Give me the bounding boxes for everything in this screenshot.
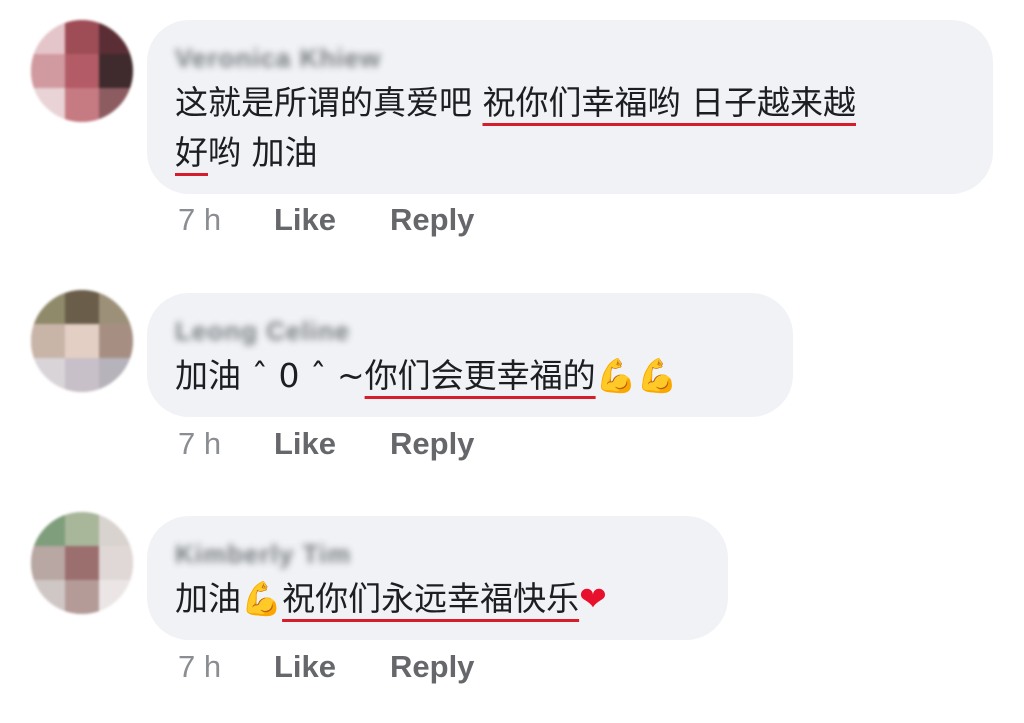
comment-text-plain: 加油 ˆ 0 ˆ ~ xyxy=(175,356,365,395)
comment-bubble: Veronica Khiew 这就是所谓的真爱吧 祝你们幸福哟 日子越来越好哟 … xyxy=(147,20,993,194)
comment-text: 这就是所谓的真爱吧 祝你们幸福哟 日子越来越好哟 加油 xyxy=(175,78,965,178)
underlined-text: 你们会更幸福的 xyxy=(364,356,596,395)
reply-button[interactable]: Reply xyxy=(390,649,474,685)
reply-button[interactable]: Reply xyxy=(390,202,474,238)
comment-text-plain: 这就是所谓的真爱吧 xyxy=(175,83,483,122)
like-button[interactable]: Like xyxy=(274,426,390,462)
comment-author[interactable]: Leong Celine xyxy=(175,313,765,349)
like-button[interactable]: Like xyxy=(274,202,390,238)
comment-text: 加油💪祝你们永远幸福快乐❤ xyxy=(175,574,700,624)
underlined-text: 祝你们永远幸福快乐 xyxy=(282,579,580,618)
comment-text-plain: 加油 xyxy=(175,579,241,618)
comment-thread: Veronica Khiew 这就是所谓的真爱吧 祝你们幸福哟 日子越来越好哟 … xyxy=(0,0,1024,723)
avatar[interactable] xyxy=(31,290,133,392)
comment-author[interactable]: Kimberly Tim xyxy=(175,536,700,572)
comment-actions: 7 h Like Reply xyxy=(178,649,474,685)
like-button[interactable]: Like xyxy=(274,649,390,685)
underlined-text: 祝你们幸福哟 日子越来越 xyxy=(482,83,857,122)
underlined-text: 好 xyxy=(175,133,208,172)
comment-text-tail: 哟 加油 xyxy=(208,133,318,172)
comment-bubble: Leong Celine 加油 ˆ 0 ˆ ~你们会更幸福的💪💪 xyxy=(147,293,793,417)
flexed-biceps-icon: 💪 xyxy=(241,579,283,618)
comment-actions: 7 h Like Reply xyxy=(178,202,474,238)
avatar[interactable] xyxy=(31,512,133,614)
comment-text: 加油 ˆ 0 ˆ ~你们会更幸福的💪💪 xyxy=(175,351,765,401)
red-heart-icon: ❤ xyxy=(579,579,607,618)
timestamp[interactable]: 7 h xyxy=(178,426,274,462)
reply-button[interactable]: Reply xyxy=(390,426,474,462)
timestamp[interactable]: 7 h xyxy=(178,202,274,238)
avatar[interactable] xyxy=(31,20,133,122)
flexed-biceps-icon: 💪💪 xyxy=(595,356,678,395)
timestamp[interactable]: 7 h xyxy=(178,649,274,685)
comment-actions: 7 h Like Reply xyxy=(178,426,474,462)
comment-author[interactable]: Veronica Khiew xyxy=(175,40,965,76)
comment-bubble: Kimberly Tim 加油💪祝你们永远幸福快乐❤ xyxy=(147,516,728,640)
